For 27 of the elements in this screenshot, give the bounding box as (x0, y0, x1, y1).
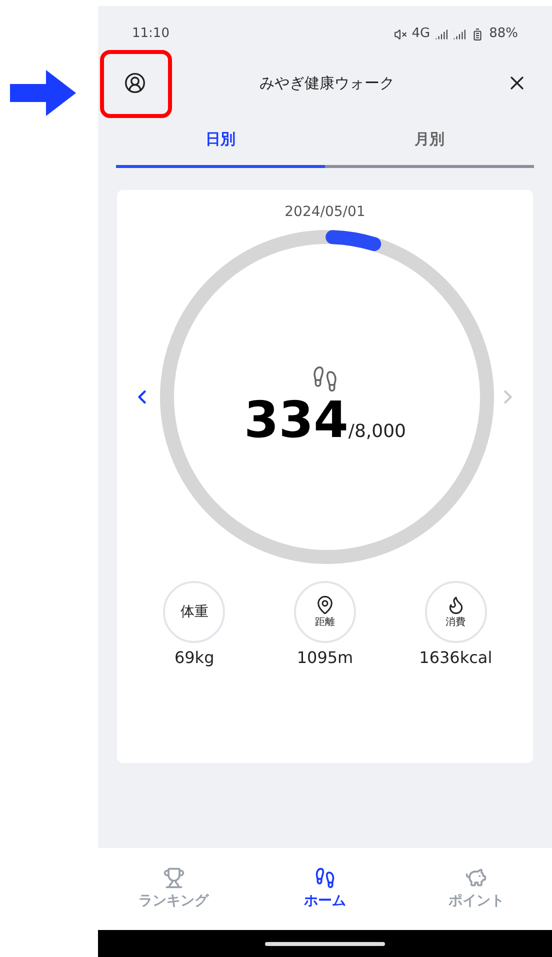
footprints-icon (311, 365, 339, 393)
stat-label: 消費 (446, 616, 466, 630)
piggy-bank-icon (465, 866, 488, 888)
period-tab[interactable]: 月別 (325, 114, 534, 168)
network-type: 4G (412, 25, 430, 44)
stat-value: 1636kcal (419, 647, 492, 669)
nav-tab[interactable]: ポイント (400, 866, 552, 912)
stat-value: 1095m (296, 647, 354, 669)
battery-percent: 88% (489, 25, 518, 44)
profile-button[interactable] (122, 70, 148, 96)
trophy-icon (162, 866, 185, 888)
step-goal: /8,000 (348, 420, 406, 444)
status-time: 11:10 (132, 25, 170, 44)
pin-icon (314, 594, 335, 614)
stat-value: 69kg (174, 647, 214, 669)
battery-icon (471, 28, 484, 40)
app-title: みやぎ健康ウォーク (260, 72, 394, 94)
stat-label: 体重 (180, 602, 208, 622)
nav-tab[interactable]: ホーム (249, 866, 401, 912)
stat-label: 距離 (314, 616, 335, 630)
signal-icon (435, 28, 448, 40)
date-label: 2024/05/01 (284, 203, 366, 222)
signal-icon (453, 28, 466, 40)
nav-tab[interactable]: ランキング (98, 866, 250, 912)
period-tab[interactable]: 日別 (116, 114, 325, 168)
step-count: 334 (244, 395, 348, 445)
footprints-icon (314, 866, 336, 888)
